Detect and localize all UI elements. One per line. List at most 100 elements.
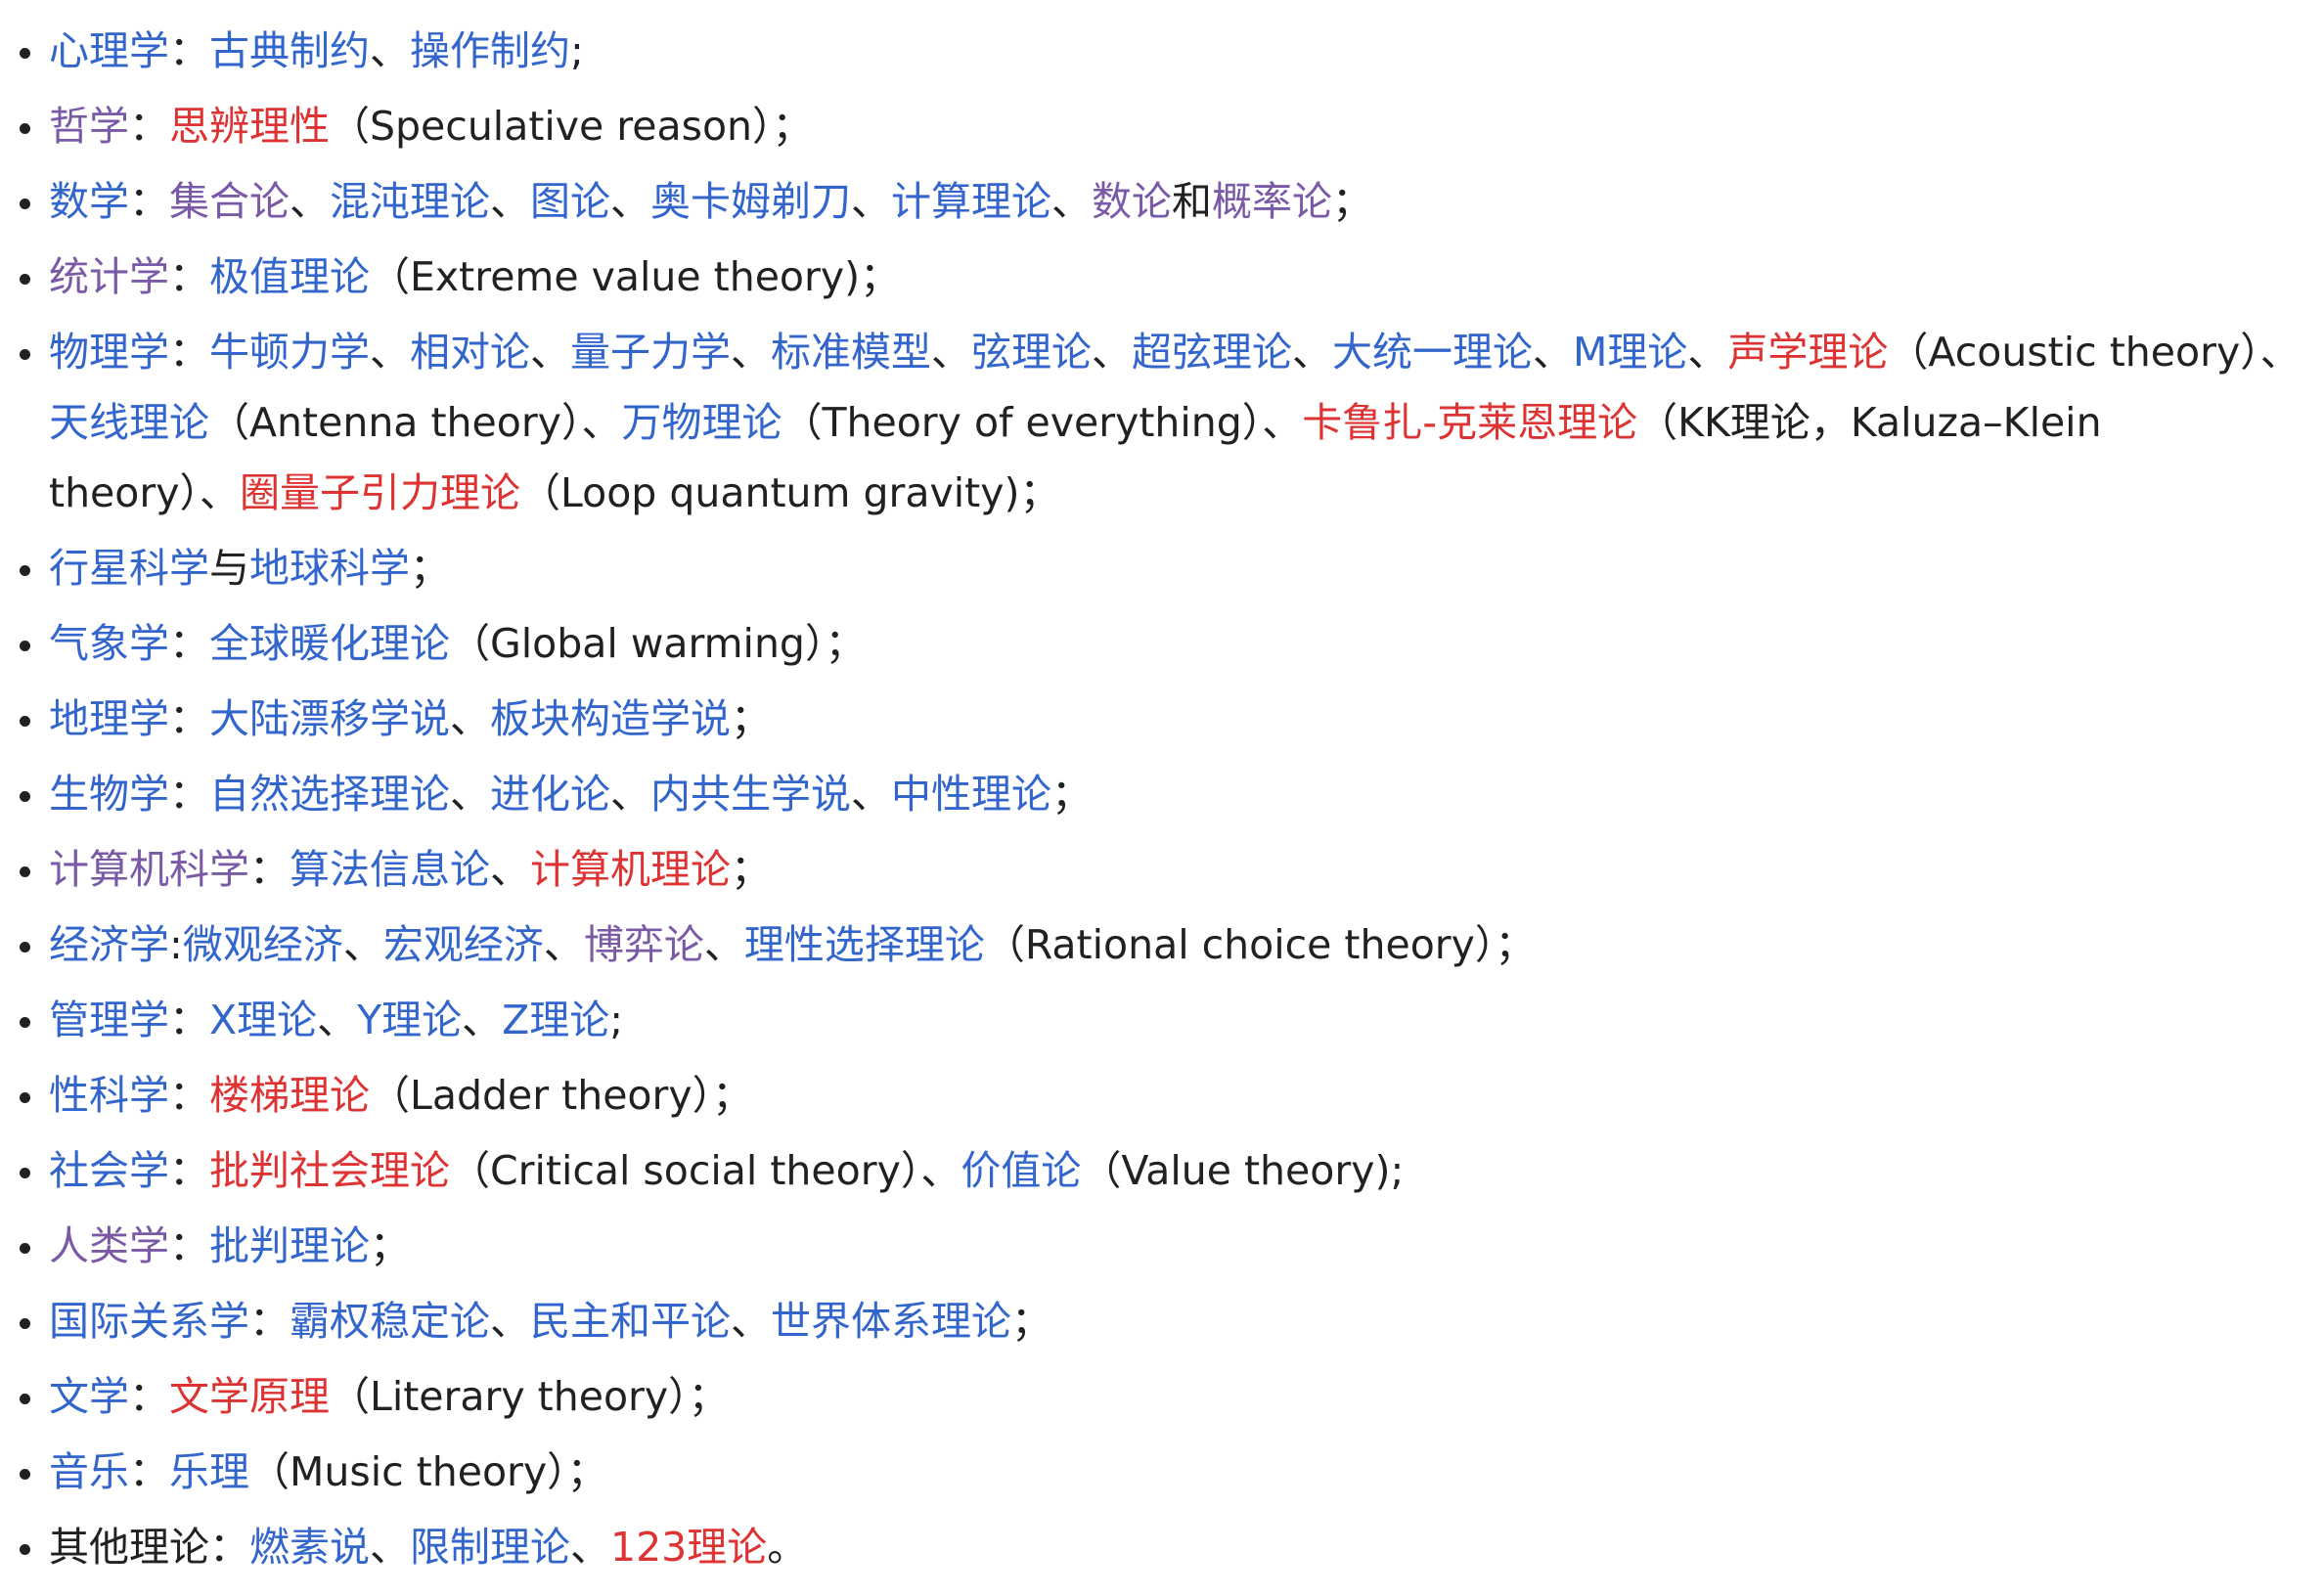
wiki-link[interactable]: 批判社会理论 — [209, 1147, 450, 1194]
list-text: ： — [169, 1072, 209, 1119]
wiki-link[interactable]: 世界体系理论 — [771, 1298, 1011, 1345]
wiki-link[interactable]: 音乐 — [49, 1448, 129, 1495]
wiki-link[interactable]: 楼梯理论 — [209, 1072, 370, 1119]
wiki-link[interactable]: M理论 — [1573, 329, 1687, 376]
wiki-link[interactable]: 量子力学 — [570, 329, 731, 376]
wiki-link[interactable]: 混沌理论 — [330, 178, 490, 225]
wiki-link[interactable]: 限制理论 — [410, 1524, 570, 1571]
list-text: （Acoustic theory）、 — [1888, 329, 2301, 376]
wiki-link[interactable]: 国际关系学 — [49, 1298, 249, 1345]
wiki-link[interactable]: 气象学 — [49, 620, 169, 667]
list-text: （Loop quantum gravity)； — [520, 469, 1060, 516]
list-item: 行星科学与地球科学； — [0, 533, 2324, 603]
list-item: 管理学：X理论、Y理论、Z理论; — [0, 985, 2324, 1055]
list-item: 经济学:微观经济、宏观经济、博弈论、理性选择理论（Rational choice… — [0, 909, 2324, 980]
list-text: ： — [169, 1222, 209, 1269]
list-text: ： — [129, 1448, 169, 1495]
wiki-link[interactable]: 社会学 — [49, 1147, 169, 1194]
list-text: ： — [169, 1147, 209, 1194]
wiki-link[interactable]: 理性选择理论 — [744, 921, 985, 968]
list-item: 其他理论：燃素说、限制理论、123理论。 — [0, 1512, 2324, 1582]
wiki-link[interactable]: 生物学 — [49, 771, 169, 818]
wiki-link[interactable]: 思辨理性 — [169, 103, 330, 150]
wiki-link[interactable]: 牛顿力学 — [209, 329, 370, 376]
list-text: ： — [129, 178, 169, 225]
list-text: 、 — [931, 329, 971, 376]
wiki-link[interactable]: 人类学 — [49, 1222, 169, 1269]
wiki-link[interactable]: 大统一理论 — [1332, 329, 1533, 376]
wiki-link[interactable]: 相对论 — [410, 329, 530, 376]
list-text: 、 — [610, 771, 650, 818]
wiki-link[interactable]: 集合论 — [169, 178, 290, 225]
wiki-link[interactable]: 图论 — [530, 178, 610, 225]
wiki-link[interactable]: 超弦理论 — [1132, 329, 1292, 376]
wiki-link[interactable]: 计算机理论 — [530, 846, 731, 893]
wiki-link[interactable]: 算法信息论 — [290, 846, 490, 893]
wiki-link[interactable]: 物理学 — [49, 329, 169, 376]
wiki-link[interactable]: 进化论 — [490, 771, 610, 818]
wiki-link[interactable]: 标准模型 — [771, 329, 931, 376]
wiki-link[interactable]: 古典制约 — [209, 27, 370, 74]
wiki-link[interactable]: 大陆漂移学说 — [209, 695, 450, 742]
wiki-link[interactable]: 燃素说 — [249, 1524, 370, 1571]
wiki-link[interactable]: 圈量子引力理论 — [240, 469, 520, 516]
wiki-link[interactable]: 计算理论 — [891, 178, 1051, 225]
wiki-link[interactable]: 宏观经济 — [383, 921, 544, 968]
list-item: 心理学：古典制约、操作制约; — [0, 16, 2324, 86]
list-text: ： — [169, 997, 209, 1043]
wiki-link[interactable]: 地球科学 — [249, 545, 410, 592]
wiki-link[interactable]: 微观经济 — [183, 921, 343, 968]
list-text: ： — [209, 1524, 249, 1571]
list-text: ： — [129, 1373, 169, 1420]
list-text: 、 — [610, 178, 650, 225]
list-item: 国际关系学：霸权稳定论、民主和平论、世界体系理论； — [0, 1286, 2324, 1356]
list-item: 文学：文学原理（Literary theory）； — [0, 1361, 2324, 1432]
list-text: （Ladder theory）； — [370, 1072, 753, 1119]
wiki-link[interactable]: 管理学 — [49, 997, 169, 1043]
wiki-link[interactable]: 弦理论 — [971, 329, 1092, 376]
list-text: ; — [570, 27, 584, 74]
wiki-link[interactable]: 经济学 — [49, 921, 169, 968]
wiki-link[interactable]: 霸权稳定论 — [290, 1298, 490, 1345]
wiki-link[interactable]: 数论 — [1092, 178, 1172, 225]
wiki-link[interactable]: 中性理论 — [891, 771, 1051, 818]
wiki-link[interactable]: 行星科学 — [49, 545, 209, 592]
wiki-link[interactable]: 心理学 — [49, 27, 169, 74]
wiki-link[interactable]: 操作制约 — [410, 27, 570, 74]
wiki-link[interactable]: 奥卡姆剃刀 — [650, 178, 851, 225]
wiki-link[interactable]: 内共生学说 — [650, 771, 851, 818]
wiki-link[interactable]: 文学原理 — [169, 1373, 330, 1420]
wiki-link[interactable]: 地理学 — [49, 695, 169, 742]
wiki-link[interactable]: 民主和平论 — [530, 1298, 731, 1345]
wiki-link[interactable]: 批判理论 — [209, 1222, 370, 1269]
wiki-link[interactable]: 博弈论 — [584, 921, 704, 968]
wiki-link[interactable]: 数学 — [49, 178, 129, 225]
wiki-link[interactable]: Z理论 — [502, 997, 609, 1043]
wiki-link[interactable]: 全球暖化理论 — [209, 620, 450, 667]
wiki-link[interactable]: 性科学 — [49, 1072, 169, 1119]
wiki-link[interactable]: 价值论 — [961, 1147, 1081, 1194]
list-text: （Literary theory）； — [330, 1373, 729, 1420]
wiki-link[interactable]: 卡鲁扎-克莱恩理论 — [1302, 399, 1637, 446]
wiki-link[interactable]: 123理论 — [610, 1524, 767, 1571]
wiki-link[interactable]: 声学理论 — [1727, 329, 1888, 376]
wiki-link[interactable]: 计算机科学 — [49, 846, 249, 893]
list-text: ； — [1051, 771, 1092, 818]
wiki-link[interactable]: 文学 — [49, 1373, 129, 1420]
list-text: 、 — [290, 178, 330, 225]
list-text: （Critical social theory）、 — [450, 1147, 961, 1194]
list-text: （Speculative reason）； — [330, 103, 813, 150]
list-text: ： — [169, 27, 209, 74]
wiki-link[interactable]: 概率论 — [1212, 178, 1332, 225]
wiki-link[interactable]: 板块构造学说 — [490, 695, 731, 742]
wiki-link[interactable]: 极值理论 — [209, 253, 370, 300]
wiki-link[interactable]: Y理论 — [357, 997, 462, 1043]
wiki-link[interactable]: 统计学 — [49, 253, 169, 300]
wiki-link[interactable]: 自然选择理论 — [209, 771, 450, 818]
list-text: 、 — [1292, 329, 1332, 376]
wiki-link[interactable]: 乐理 — [169, 1448, 249, 1495]
wiki-link[interactable]: 天线理论 — [49, 399, 209, 446]
wiki-link[interactable]: X理论 — [209, 997, 317, 1043]
wiki-link[interactable]: 万物理论 — [621, 399, 782, 446]
wiki-link[interactable]: 哲学 — [49, 103, 129, 150]
